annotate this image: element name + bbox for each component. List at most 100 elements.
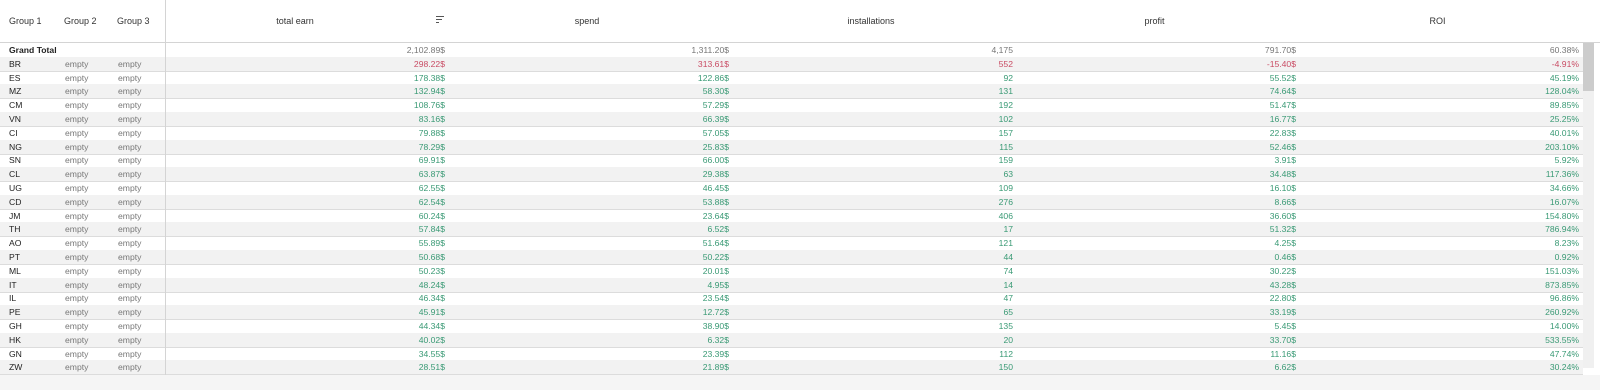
table-row[interactable]: HK empty empty 40.02$ 6.32$ 20 33.70$ 533.55% xyxy=(0,332,1583,348)
roi-cell: 14.00% xyxy=(1549,321,1579,331)
table-row[interactable]: ES empty empty 178.38$ 122.86$ 92 55.52$ 45.19% xyxy=(0,71,1583,86)
table-row[interactable]: GN empty empty 34.55$ 23.39$ 112 11.16$ 47.74% xyxy=(0,347,1583,362)
group2-header[interactable]: Group 2 xyxy=(64,0,97,42)
table-row[interactable]: MZ empty empty 132.94$ 58.30$ 131 74.64$ 128.04… xyxy=(0,84,1583,100)
group2-cell: empty xyxy=(65,141,89,152)
group1-cell: ZW xyxy=(9,362,23,373)
profit-cell: 3.91$ xyxy=(1274,155,1296,166)
group3-cell: empty xyxy=(118,114,142,124)
group2-cell: empty xyxy=(65,58,89,69)
table-row[interactable]: IT empty empty 48.24$ 4.95$ 14 43.28$ 873.85% xyxy=(0,277,1583,293)
group3-cell: empty xyxy=(118,72,142,83)
spend-cell: 4.95$ xyxy=(707,279,729,290)
group3-cell: empty xyxy=(118,183,142,193)
group2-cell: empty xyxy=(65,252,89,262)
table-row[interactable]: SN empty empty 69.91$ 66.00$ 159 3.91$ 5.92% xyxy=(0,153,1583,169)
group2-cell: empty xyxy=(65,86,89,97)
group3-cell: empty xyxy=(118,196,142,207)
group1-cell: MZ xyxy=(9,86,22,97)
table-row[interactable]: AO empty empty 55.89$ 51.64$ 121 4.25$ 8.23% xyxy=(0,236,1583,252)
spend-header[interactable]: spend xyxy=(445,0,729,42)
installations-cell: 44 xyxy=(1003,252,1013,262)
profit-cell: 34.48$ xyxy=(1269,169,1296,180)
group3-cell: empty xyxy=(118,334,142,345)
table-row[interactable]: TH empty empty 57.84$ 6.52$ 17 51.32$ 786.94% xyxy=(0,222,1583,238)
group3-cell: empty xyxy=(118,252,142,262)
roi-header[interactable]: ROI xyxy=(1296,0,1579,42)
group3-cell: empty xyxy=(118,307,142,318)
group1-cell: PT xyxy=(9,252,20,262)
table-row[interactable]: VN empty empty 83.16$ 66.39$ 102 16.77$ 25.25% xyxy=(0,112,1583,127)
installations-cell: 112 xyxy=(999,348,1013,359)
profit-cell: 30.22$ xyxy=(1269,265,1296,276)
group1-header[interactable]: Group 1 xyxy=(9,0,42,42)
spend-cell: 53.88$ xyxy=(702,196,729,207)
total-earn-cell: 55.89$ xyxy=(418,238,445,249)
total-earn-cell: 62.54$ xyxy=(418,196,445,207)
grand-total-installations: 4,175 xyxy=(991,45,1013,55)
total-earn-cell: 44.34$ xyxy=(418,321,445,331)
group1-cell: VN xyxy=(9,114,21,124)
table-row[interactable]: JM empty empty 60.24$ 23.64$ 406 36.60$ 154.80% xyxy=(0,209,1583,224)
table-row[interactable]: IL empty empty 46.34$ 23.54$ 47 22.80$ 96.86% xyxy=(0,291,1583,307)
grand-total-roi: 60.38% xyxy=(1549,45,1579,55)
table-row[interactable]: PT empty empty 50.68$ 50.22$ 44 0.46$ 0.92% xyxy=(0,250,1583,265)
group2-cell: empty xyxy=(65,321,89,331)
installations-cell: 65 xyxy=(1003,307,1013,318)
group1-cell: TH xyxy=(9,224,21,235)
grand-total-row[interactable]: Grand Total 2,102.89$ 1,311.20$ 4,175 79… xyxy=(0,43,1583,58)
table-row[interactable]: CI empty empty 79.88$ 57.05$ 157 22.83$ 40.01% xyxy=(0,126,1583,141)
horizontal-scrollbar[interactable] xyxy=(0,375,1600,390)
total-earn-cell: 48.24$ xyxy=(418,279,445,290)
group3-cell: empty xyxy=(118,155,142,166)
installations-cell: 17 xyxy=(1003,224,1013,235)
total-earn-cell: 132.94$ xyxy=(413,86,445,97)
group1-cell: AO xyxy=(9,238,22,249)
spend-cell: 21.89$ xyxy=(702,362,729,373)
group3-header[interactable]: Group 3 xyxy=(117,0,150,42)
installations-cell: 115 xyxy=(999,141,1013,152)
installations-cell: 159 xyxy=(998,155,1013,166)
roi-cell: -4.91% xyxy=(1551,58,1579,69)
group2-cell: empty xyxy=(65,362,89,373)
group1-cell: IT xyxy=(9,279,17,290)
spend-cell: 51.64$ xyxy=(702,238,729,249)
roi-cell: 34.66% xyxy=(1549,183,1579,193)
installations-header[interactable]: installations xyxy=(729,0,1013,42)
group2-cell: empty xyxy=(65,307,89,318)
table-row[interactable]: BR empty empty 298.22$ 313.61$ 552 -15.40$ -4.9… xyxy=(0,56,1583,72)
total-earn-header[interactable]: total earn xyxy=(165,0,425,42)
profit-cell: 22.83$ xyxy=(1269,127,1296,138)
group1-cell: BR xyxy=(9,58,21,69)
vertical-scrollbar-thumb[interactable] xyxy=(1583,43,1594,91)
installations-cell: 14 xyxy=(1003,279,1013,290)
table-row[interactable]: CL empty empty 63.87$ 29.38$ 63 34.48$ 117.36% xyxy=(0,167,1583,183)
table-row[interactable]: GH empty empty 44.34$ 38.90$ 135 5.45$ 14.00% xyxy=(0,319,1583,334)
installations-cell: 102 xyxy=(998,114,1013,124)
profit-cell: 5.45$ xyxy=(1274,321,1296,331)
installations-cell: 276 xyxy=(998,196,1013,207)
table-row[interactable]: CD empty empty 62.54$ 53.88$ 276 8.66$ 16.07% xyxy=(0,194,1583,210)
spend-cell: 46.45$ xyxy=(702,183,729,193)
vertical-scrollbar[interactable] xyxy=(1583,43,1594,368)
grand-total-earn: 2,102.89$ xyxy=(406,45,445,55)
table-row[interactable]: CM empty empty 108.76$ 57.29$ 192 51.47$ 89.85% xyxy=(0,98,1583,114)
profit-header[interactable]: profit xyxy=(1013,0,1296,42)
table-row[interactable]: ML empty empty 50.23$ 20.01$ 74 30.22$ 151.03% xyxy=(0,264,1583,279)
group3-cell: empty xyxy=(118,100,142,111)
table-row[interactable]: ZW empty empty 28.51$ 21.89$ 150 6.62$ 30.24% xyxy=(0,360,1583,375)
group2-cell: empty xyxy=(65,265,89,276)
table-row[interactable]: UG empty empty 62.55$ 46.45$ 109 16.10$ 34.66% xyxy=(0,181,1583,196)
group1-cell: CD xyxy=(9,196,22,207)
total-earn-cell: 79.88$ xyxy=(418,127,445,138)
installations-cell: 20 xyxy=(1003,334,1013,345)
table-row[interactable]: PE empty empty 45.91$ 12.72$ 65 33.19$ 260.92% xyxy=(0,305,1583,321)
group3-cell: empty xyxy=(118,210,142,221)
group2-cell: empty xyxy=(65,72,89,83)
group3-cell: empty xyxy=(118,279,142,290)
roi-cell: 47.74% xyxy=(1549,348,1579,359)
table-row[interactable]: NG empty empty 78.29$ 25.83$ 115 52.46$ 203.10% xyxy=(0,139,1583,155)
group2-cell: empty xyxy=(65,293,89,304)
group1-cell: CL xyxy=(9,169,20,180)
profit-cell: 11.16$ xyxy=(1270,348,1296,359)
